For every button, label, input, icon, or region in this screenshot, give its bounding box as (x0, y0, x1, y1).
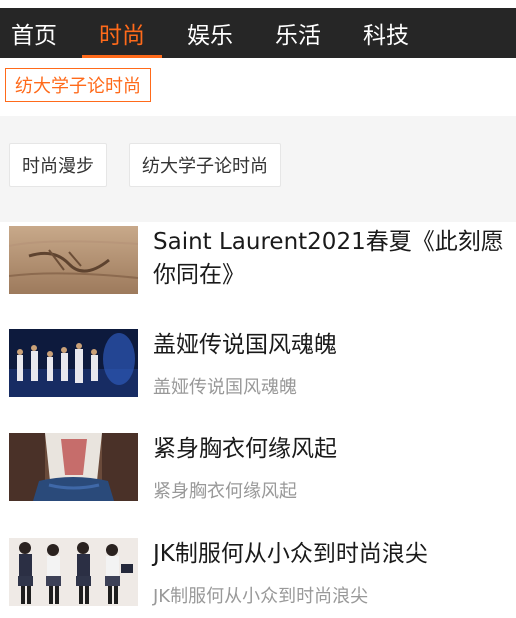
nav-item-home[interactable]: 首页 (0, 8, 74, 58)
nav-item-entertainment[interactable]: 娱乐 (170, 8, 250, 58)
article-item[interactable]: 紧身胸衣何缘风起 紧身胸衣何缘风起 (9, 433, 509, 507)
article-title[interactable]: Saint Laurent2021春夏《此刻愿你同在》 (153, 226, 513, 292)
article-item[interactable]: Saint Laurent2021春夏《此刻愿你同在》 (9, 226, 509, 300)
nav-item-lifestyle[interactable]: 乐活 (258, 8, 338, 58)
article-item[interactable]: 盖娅传说国风魂魄 盖娅传说国风魂魄 (9, 329, 509, 403)
article-title[interactable]: 紧身胸衣何缘风起 (153, 433, 513, 466)
tag-panel: 时尚漫步 纺大学子论时尚 (0, 116, 516, 222)
nav-item-tech[interactable]: 科技 (346, 8, 426, 58)
article-thumbnail (9, 433, 138, 501)
article-summary: JK制服何从小众到时尚浪尖 (153, 586, 369, 607)
article-summary: 紧身胸衣何缘风起 (153, 481, 297, 502)
article-thumbnail (9, 538, 138, 606)
selected-subcategory-tag[interactable]: 纺大学子论时尚 (5, 68, 151, 102)
article-item[interactable]: JK制服何从小众到时尚浪尖 JK制服何从小众到时尚浪尖 (9, 538, 509, 612)
article-summary: 盖娅传说国风魂魄 (153, 377, 297, 398)
article-title[interactable]: 盖娅传说国风魂魄 (153, 329, 513, 362)
tag-chip-student-fashion[interactable]: 纺大学子论时尚 (129, 143, 281, 187)
article-thumbnail (9, 226, 138, 294)
top-nav-bar: 首页 时尚 娱乐 乐活 科技 (0, 8, 516, 58)
article-thumbnail (9, 329, 138, 397)
tag-chip-fashion-walk[interactable]: 时尚漫步 (9, 143, 107, 187)
article-title[interactable]: JK制服何从小众到时尚浪尖 (153, 538, 513, 571)
nav-item-fashion[interactable]: 时尚 (82, 8, 162, 58)
